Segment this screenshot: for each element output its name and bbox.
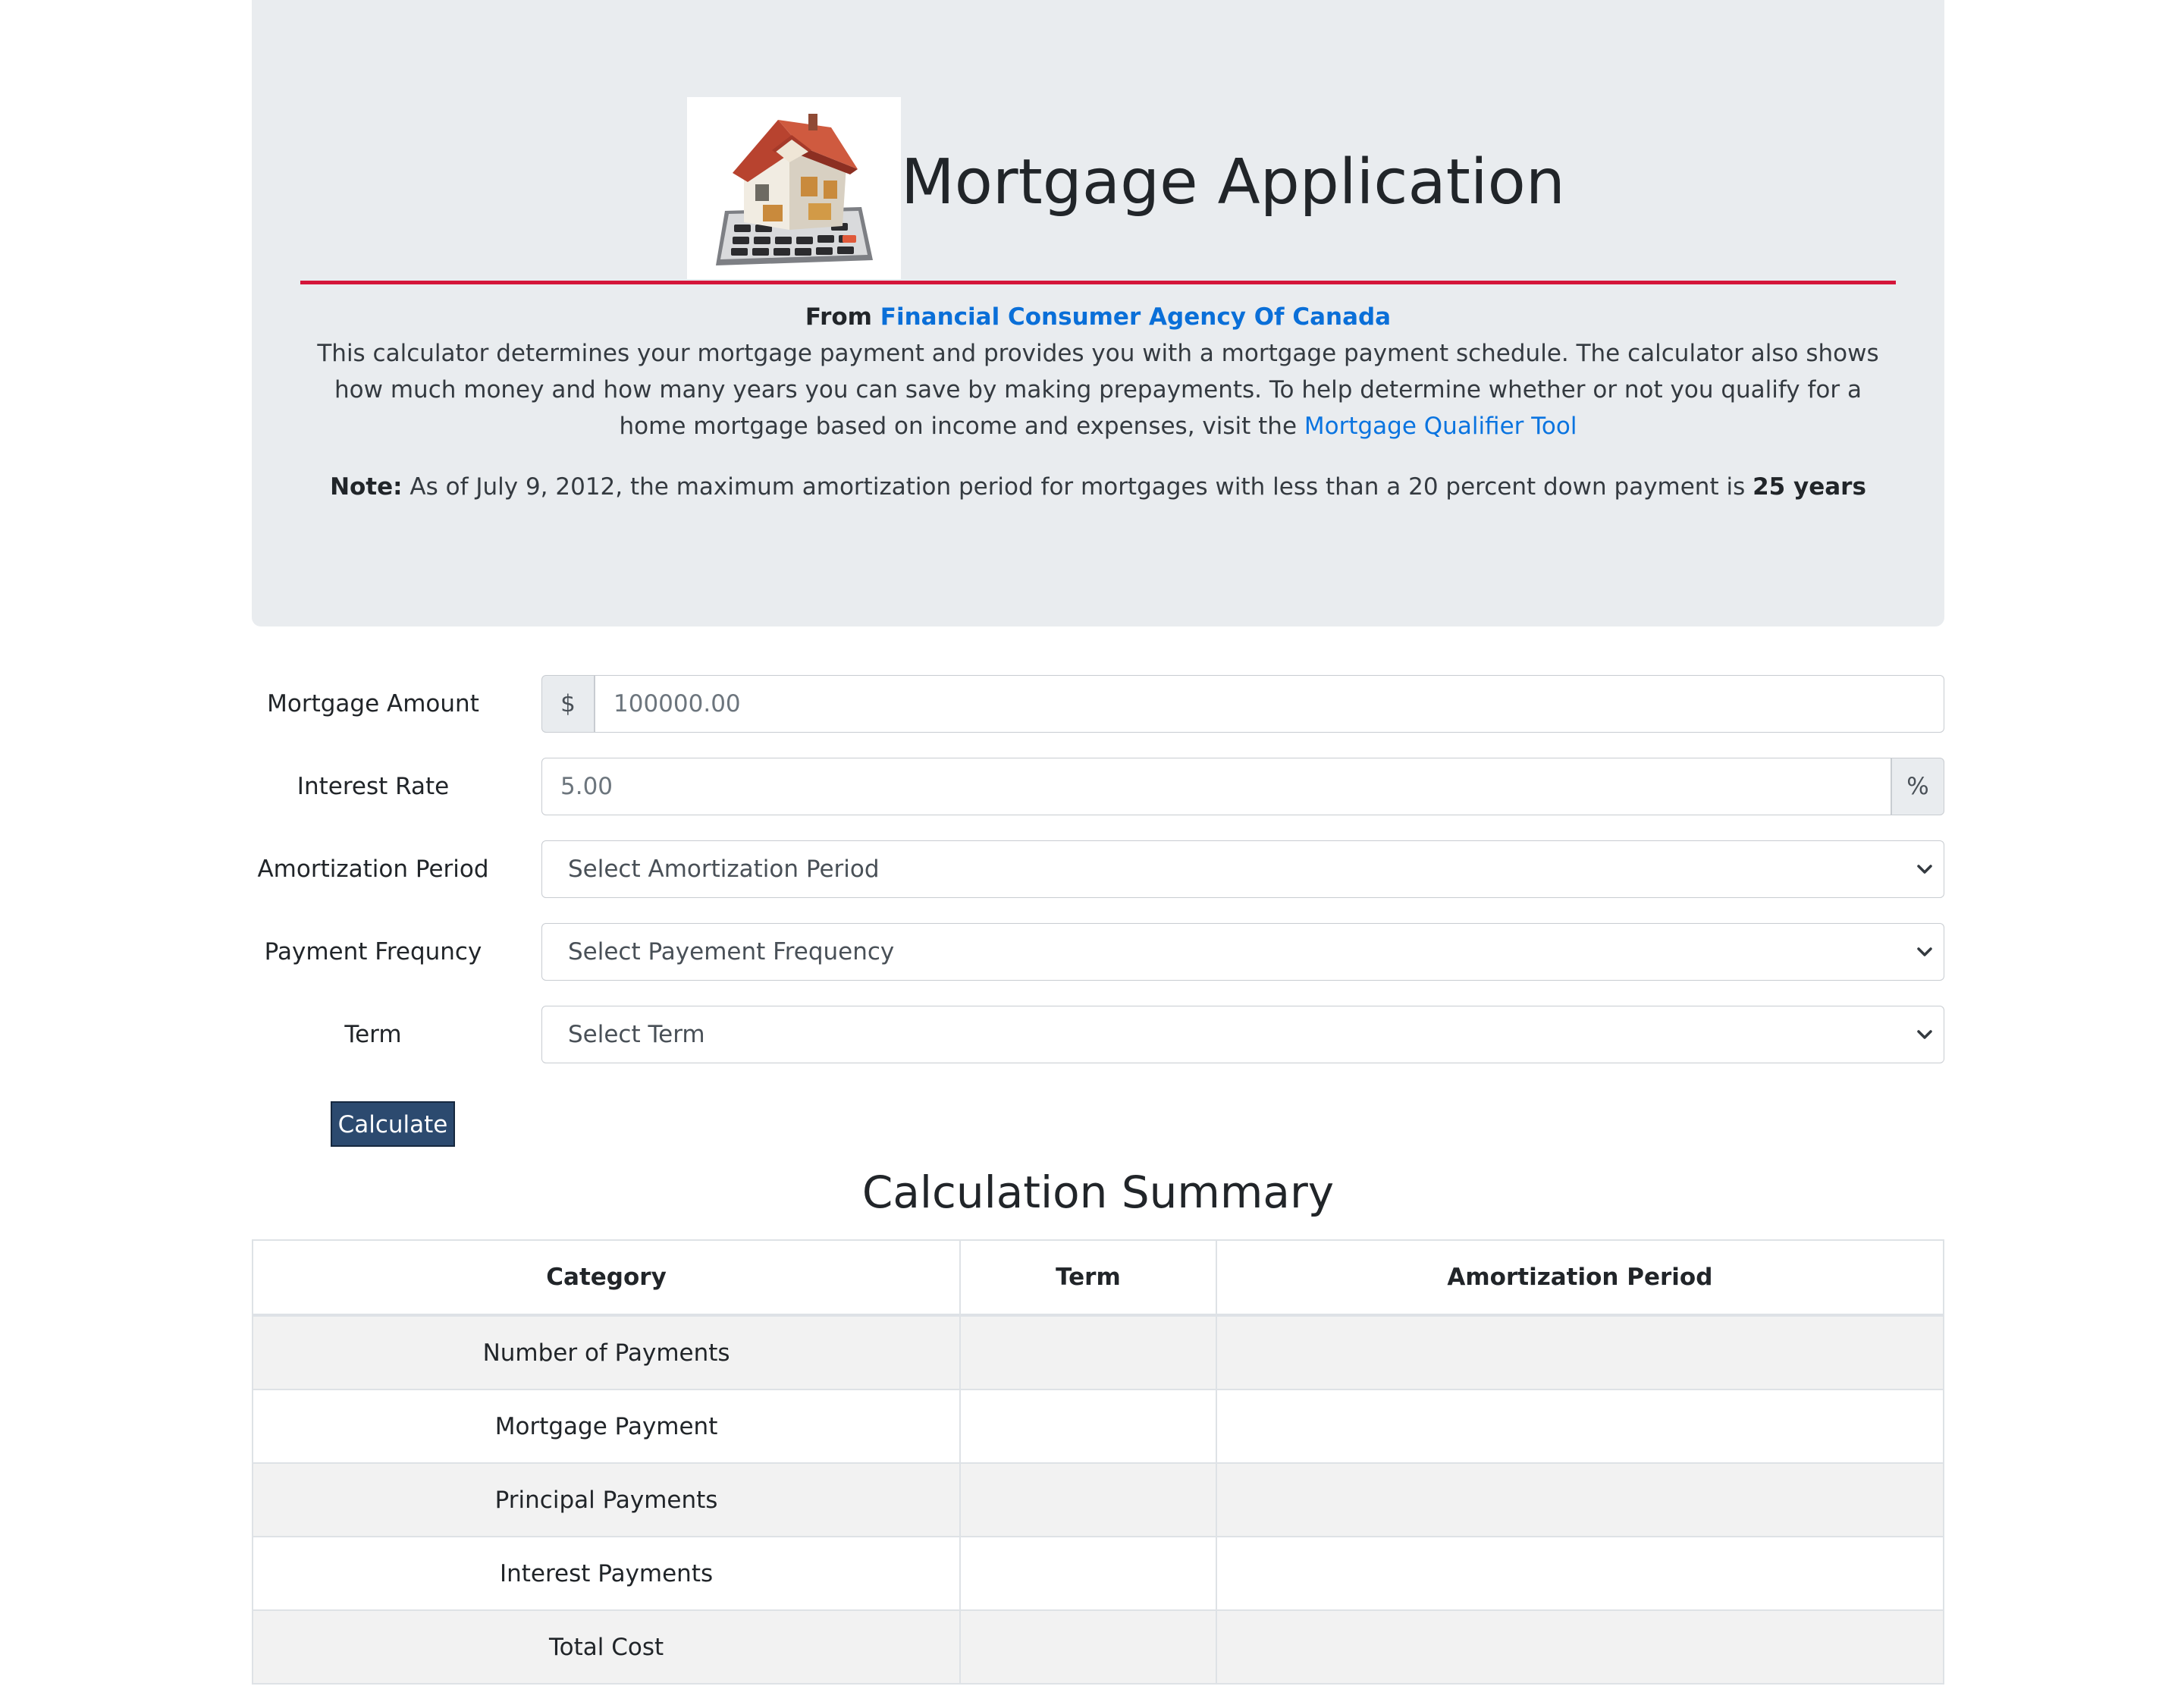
summary-title: Calculation Summary [861,1166,1335,1218]
note-text: As of July 9, 2012, the maximum amortiza… [410,473,1746,501]
amortization-group: Select Amortization Period [541,840,1944,898]
row-term-value [959,1389,1217,1464]
table-row: Principal Payments [251,1462,1945,1537]
column-header-term: Term [959,1239,1217,1317]
table-header-row: Category Term Amortization Period [251,1239,1945,1317]
table-row: Total Cost [251,1609,1945,1685]
interest-rate-group: 5.00 % [541,758,1944,815]
row-term-value [959,1536,1217,1611]
source-line: From Financial Consumer Agency Of Canada [252,300,1944,334]
row-term-value [959,1609,1217,1685]
row-amortization-value [1215,1462,1945,1537]
frequency-select[interactable]: Select Payement Frequency [541,923,1944,981]
amortization-select[interactable]: Select Amortization Period [541,840,1944,898]
term-select[interactable]: Select Term [541,1006,1944,1063]
table-row: Interest Payments [251,1536,1945,1611]
row-amortization-value [1215,1536,1945,1611]
summary-table: Category Term Amortization Period Number… [251,1239,1945,1685]
term-selected: Select Term [568,1021,705,1048]
interest-rate-input[interactable]: 5.00 [541,758,1891,815]
amortization-selected: Select Amortization Period [568,856,880,883]
row-category: Principal Payments [251,1462,962,1537]
mortgage-amount-input[interactable]: 100000.00 [595,675,1944,733]
term-label: Term [344,1021,402,1048]
column-header-category: Category [251,1239,962,1317]
house-calculator-icon [687,97,901,279]
row-amortization-value [1215,1389,1945,1464]
source-prefix: From [805,303,872,331]
description-text: This calculator determines your mortgage… [317,340,1879,440]
row-term-value [959,1462,1217,1537]
row-amortization-value [1215,1609,1945,1685]
percent-suffix: % [1891,758,1944,815]
amortization-note: Note: As of July 9, 2012, the maximum am… [252,470,1944,504]
chevron-down-icon [1917,865,1932,874]
table-row: Number of Payments [251,1314,1945,1390]
intro-description: This calculator determines your mortgage… [300,335,1896,444]
note-label: Note: [330,473,403,501]
frequency-group: Select Payement Frequency [541,923,1944,981]
row-term-value [959,1314,1217,1390]
fcac-link[interactable]: Financial Consumer Agency Of Canada [880,303,1391,331]
qualifier-tool-link[interactable]: Mortgage Qualifier Tool [1304,413,1577,440]
dollar-prefix: $ [541,675,595,733]
title-divider [300,281,1896,284]
row-category: Mortgage Payment [251,1389,962,1464]
row-amortization-value [1215,1314,1945,1390]
frequency-selected: Select Payement Frequency [568,938,895,966]
term-group: Select Term [541,1006,1944,1063]
note-emphasis: 25 years [1753,473,1866,501]
page-title: Mortgage Application [901,146,1565,218]
row-category: Number of Payments [251,1314,962,1390]
chevron-down-icon [1917,1030,1932,1039]
interest-rate-label: Interest Rate [297,773,450,800]
column-header-amortization: Amortization Period [1215,1239,1945,1317]
chevron-down-icon [1917,947,1932,956]
row-category: Interest Payments [251,1536,962,1611]
header-banner: Mortgage Application From Financial Cons… [252,0,1944,626]
mortgage-amount-label: Mortgage Amount [267,690,479,717]
mortgage-amount-group: $ 100000.00 [541,675,1944,733]
calculate-button[interactable]: Calculate [331,1101,455,1147]
row-category: Total Cost [251,1609,962,1685]
amortization-label: Amortization Period [257,856,489,883]
table-row: Mortgage Payment [251,1389,1945,1464]
frequency-label: Payment Frequncy [264,938,482,966]
